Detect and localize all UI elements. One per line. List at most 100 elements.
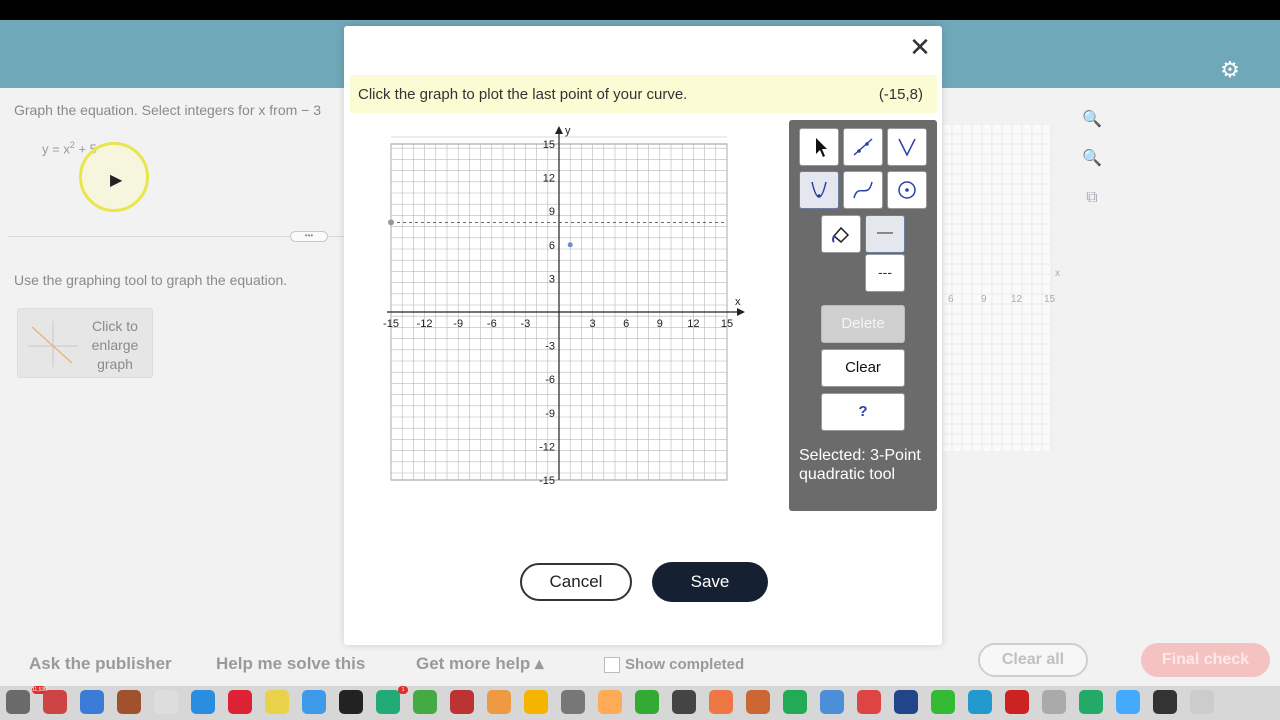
cubic-tool[interactable]: [843, 171, 883, 209]
quadratic-tool[interactable]: [799, 171, 839, 209]
background-tick: 6: [948, 294, 954, 305]
dock-app-icon[interactable]: [524, 690, 548, 714]
paint-bucket-icon: [832, 226, 850, 244]
x-tick-label: -9: [453, 318, 463, 330]
help-me-solve-link[interactable]: Help me solve this: [216, 654, 365, 674]
show-completed-checkbox[interactable]: [604, 657, 620, 673]
final-check-button[interactable]: Final check: [1141, 643, 1270, 677]
dock-app-icon[interactable]: [857, 690, 881, 714]
line-tool[interactable]: [843, 128, 883, 166]
question-prompt: Graph the equation. Select integers for …: [14, 102, 322, 118]
save-button[interactable]: Save: [652, 562, 768, 602]
dock-app-icon[interactable]: [6, 690, 30, 714]
dock-app-icon[interactable]: [450, 690, 474, 714]
cubic-curve-icon: [853, 181, 873, 199]
gear-icon[interactable]: ⚙: [1218, 58, 1242, 82]
x-tick-label: 12: [687, 318, 699, 330]
dock-notification-badge: 1: [398, 686, 408, 694]
absolute-value-tool[interactable]: [887, 128, 927, 166]
dock-app-icon[interactable]: [598, 690, 622, 714]
dock-app-icon[interactable]: [43, 690, 67, 714]
dock-app-icon[interactable]: [228, 690, 252, 714]
solid-line-toggle[interactable]: —: [865, 215, 905, 253]
dock-app-icon[interactable]: [302, 690, 326, 714]
delete-button[interactable]: Delete: [821, 305, 905, 343]
instruction-text: Click the graph to plot the last point o…: [358, 86, 688, 103]
dock-app-icon[interactable]: [672, 690, 696, 714]
get-more-help-link[interactable]: Get more help ▴: [416, 654, 544, 674]
background-graph: [942, 124, 1052, 451]
enlarge-graph-label: Click to enlarge graph: [91, 318, 139, 372]
dock-app-icon[interactable]: [487, 690, 511, 714]
fill-tool[interactable]: [821, 215, 861, 253]
divider-handle[interactable]: •••: [290, 231, 328, 242]
y-tick-label: -15: [539, 475, 555, 487]
dock-app-icon[interactable]: [339, 690, 363, 714]
dashed-line-toggle[interactable]: ---: [865, 254, 905, 292]
dock-app-icon[interactable]: [1042, 690, 1066, 714]
y-tick-label: 12: [543, 173, 555, 185]
dock-app-icon[interactable]: [191, 690, 215, 714]
background-tick: 9: [981, 294, 987, 305]
cancel-button[interactable]: Cancel: [520, 563, 632, 601]
dock-app-icon[interactable]: [376, 690, 400, 714]
x-tick-label: 6: [623, 318, 629, 330]
help-button[interactable]: ?: [821, 393, 905, 431]
x-tick-label: 9: [657, 318, 663, 330]
dock-app-icon[interactable]: [154, 690, 178, 714]
clear-all-button[interactable]: Clear all: [978, 643, 1088, 677]
dock-app-icon[interactable]: [413, 690, 437, 714]
dock-app-icon[interactable]: [80, 690, 104, 714]
dock-app-icon[interactable]: [635, 690, 659, 714]
selected-tool-text: Selected: 3-Point quadratic tool: [799, 447, 921, 483]
circle-icon: [898, 181, 916, 199]
dock-app-icon[interactable]: [117, 690, 141, 714]
y-tick-label: 15: [543, 139, 555, 151]
dock-app-icon[interactable]: [1005, 690, 1029, 714]
y-axis-label: y: [565, 125, 571, 137]
y-tick-label: -3: [545, 341, 555, 353]
dock-app-icon[interactable]: [1190, 690, 1214, 714]
dock-app-icon[interactable]: [931, 690, 955, 714]
show-completed-label: Show completed: [625, 656, 745, 673]
instruction-bar: Click the graph to plot the last point o…: [350, 75, 937, 113]
graph-instruction: Use the graphing tool to graph the equat…: [14, 272, 288, 288]
select-tool[interactable]: [799, 128, 839, 166]
circle-tool[interactable]: [887, 171, 927, 209]
popout-icon[interactable]: ⧉: [1078, 184, 1106, 212]
x-tick-label: -15: [383, 318, 399, 330]
cursor-point: [388, 219, 394, 226]
dock-app-icon[interactable]: [1116, 690, 1140, 714]
y-tick-label: 6: [549, 240, 555, 252]
cursor-coordinate: (-15,8): [878, 86, 923, 103]
dock-notification-badge: 11,536: [32, 686, 47, 694]
ask-publisher-link[interactable]: Ask the publisher: [29, 654, 172, 674]
dock-app-icon[interactable]: [746, 690, 770, 714]
v-shape-icon: [898, 138, 916, 157]
enlarge-graph-button[interactable]: Click to enlarge graph: [17, 308, 153, 378]
graph-toolbox: — --- Delete Clear ? Selected: 3-Point q…: [789, 120, 937, 511]
parabola-icon: [811, 181, 827, 198]
side-toolbar: 🔍 🔍 ⧉: [1078, 106, 1106, 223]
os-dock: 11,536 1: [0, 686, 1280, 720]
graph-area[interactable]: x y -15 -12 -9 -6 -3 3 6 9 12 15 15 12 9 6 3 -3 -6 -9 -12 -15: [374, 120, 794, 490]
background-tick: 12: [1011, 294, 1023, 305]
line-icon: [853, 138, 873, 156]
dock-app-icon[interactable]: [265, 690, 289, 714]
dock-app-icon[interactable]: [894, 690, 918, 714]
zoom-out-icon[interactable]: 🔍: [1078, 145, 1106, 173]
dock-app-icon[interactable]: [709, 690, 733, 714]
dock-app-icon[interactable]: [968, 690, 992, 714]
x-tick-label: -3: [521, 318, 531, 330]
dock-app-icon[interactable]: [1153, 690, 1177, 714]
y-tick-label: -12: [539, 441, 555, 453]
background-x-label: x: [1055, 268, 1060, 279]
clear-button[interactable]: Clear: [821, 349, 905, 387]
dock-app-icon[interactable]: [820, 690, 844, 714]
dock-app-icon[interactable]: [561, 690, 585, 714]
dock-app-icon[interactable]: [1079, 690, 1103, 714]
zoom-in-icon[interactable]: 🔍: [1078, 106, 1106, 134]
dock-app-icon[interactable]: [783, 690, 807, 714]
close-icon[interactable]: ✕: [908, 34, 932, 60]
x-axis-arrow: [737, 308, 745, 316]
